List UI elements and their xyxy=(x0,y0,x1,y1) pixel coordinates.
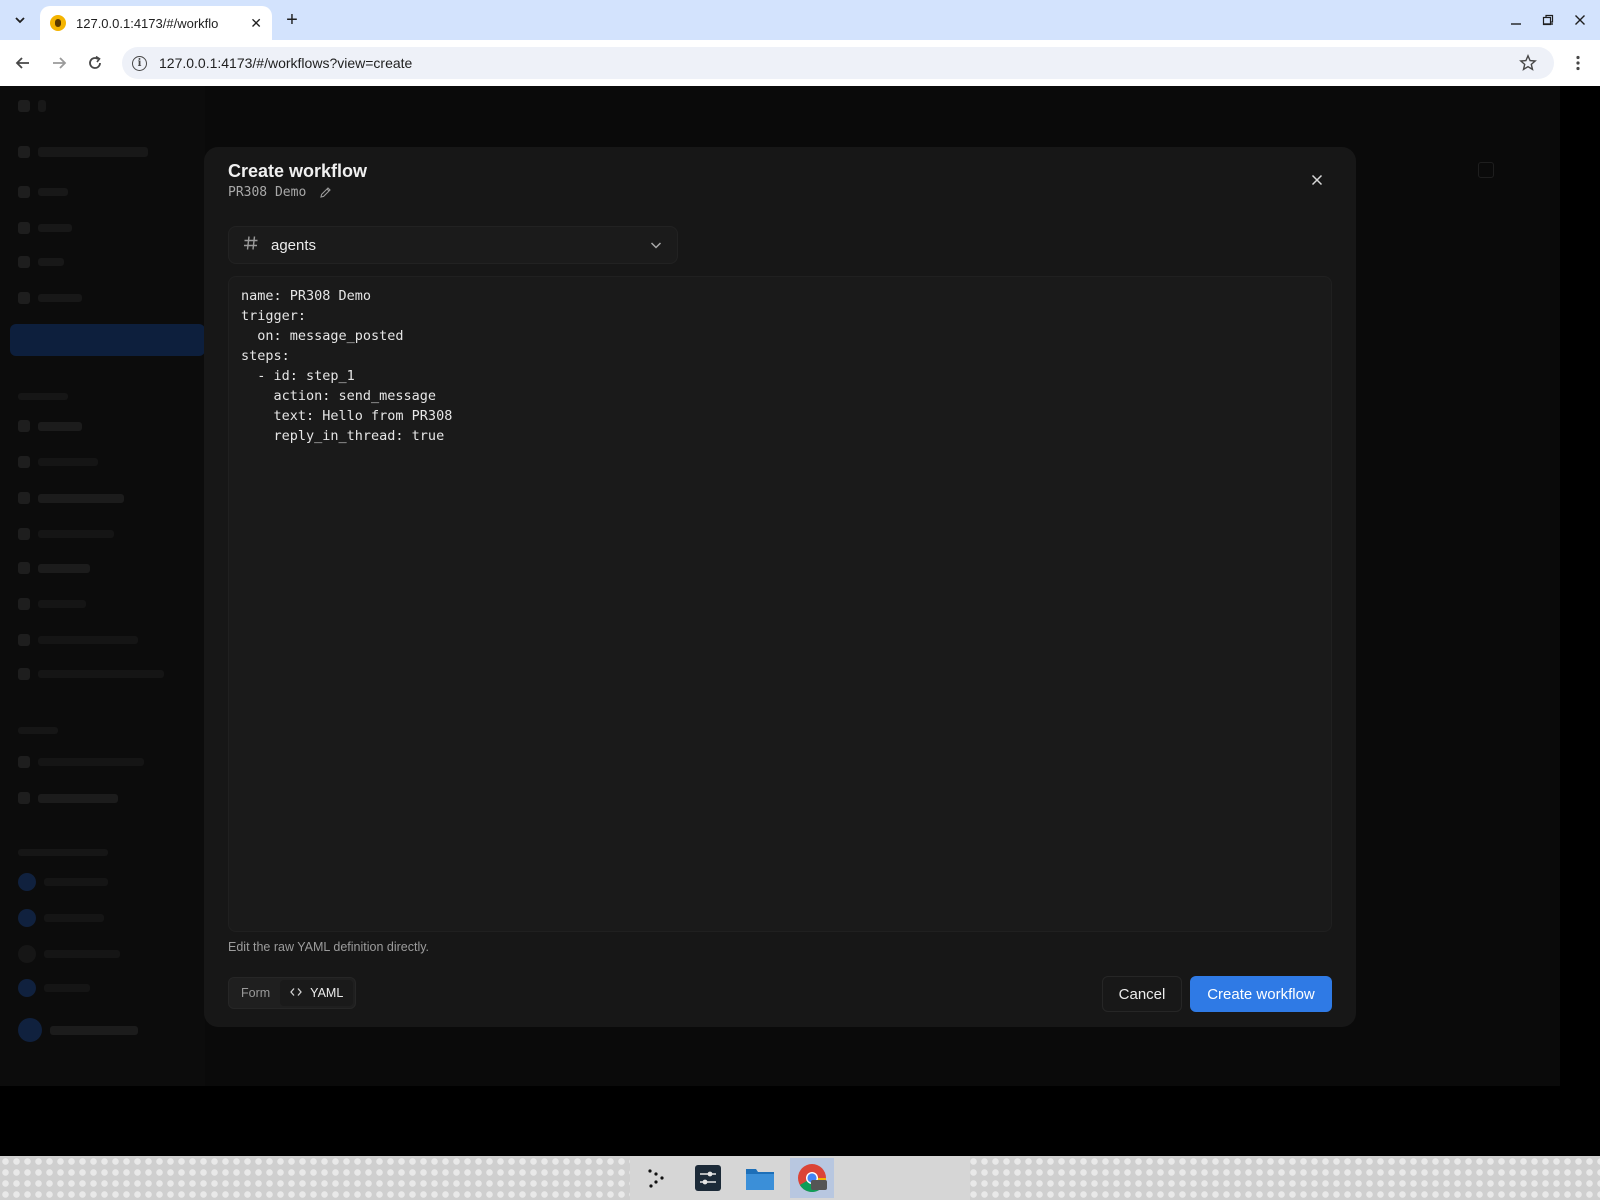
back-arrow-icon[interactable] xyxy=(11,51,35,75)
sidebar-channel-8 xyxy=(18,664,164,684)
settings-app-icon[interactable] xyxy=(686,1158,730,1198)
restore-window-icon[interactable] xyxy=(1536,8,1560,32)
form-mode-button[interactable]: Form xyxy=(231,980,280,1006)
sidebar-section-head-3 xyxy=(18,842,108,862)
workflow-name[interactable]: PR308 Demo xyxy=(228,185,306,200)
chevron-down-icon xyxy=(649,238,663,252)
yaml-mode-button[interactable]: YAML xyxy=(280,980,354,1006)
sidebar-channel-6 xyxy=(18,594,86,614)
site-info-icon[interactable]: i xyxy=(132,55,147,71)
code-icon xyxy=(290,986,303,1000)
sidebar-dm-3 xyxy=(18,944,120,964)
files-app-icon[interactable] xyxy=(738,1158,782,1198)
sidebar-dm-4 xyxy=(18,978,90,998)
sidebar-search xyxy=(18,142,148,162)
sidebar-dm-2 xyxy=(18,908,104,928)
desktop-bottom xyxy=(0,1086,1600,1156)
chrome-app-icon[interactable] xyxy=(790,1158,834,1198)
sidebar-channel-3 xyxy=(18,488,124,508)
browser-menu-icon[interactable] xyxy=(1566,51,1590,75)
forward-arrow-icon[interactable] xyxy=(47,51,71,75)
sidebar-user xyxy=(18,1018,138,1042)
sidebar-channel-2 xyxy=(18,452,98,472)
sidebar-nav-1 xyxy=(18,182,68,202)
modal-title: Create workflow xyxy=(228,161,368,181)
browser-tab[interactable]: 127.0.0.1:4173/#/workflo ✕ xyxy=(40,6,272,40)
sidebar-channel-7 xyxy=(18,630,138,650)
background-compose-icon xyxy=(1478,162,1494,178)
tab-title: 127.0.0.1:4173/#/workflo xyxy=(76,15,219,31)
sidebar-section-head-2 xyxy=(18,720,58,740)
new-tab-icon[interactable]: + xyxy=(280,8,304,32)
taskbar-apps xyxy=(630,1156,970,1200)
close-window-icon[interactable] xyxy=(1568,8,1592,32)
cancel-button[interactable]: Cancel xyxy=(1102,976,1182,1012)
url-text: 127.0.0.1:4173/#/workflows?view=create xyxy=(159,55,413,71)
sidebar-active-item xyxy=(10,324,205,356)
sidebar xyxy=(0,86,205,1086)
scroll-gutter xyxy=(1560,86,1600,1086)
sidebar-private-2 xyxy=(18,788,118,808)
tab-search-chevron-icon[interactable] xyxy=(8,8,32,32)
reload-icon[interactable] xyxy=(83,51,107,75)
sidebar-nav-3 xyxy=(18,252,64,272)
yaml-mode-label: YAML xyxy=(310,986,344,1000)
sidebar-channel-4 xyxy=(18,524,114,544)
help-text: Edit the raw YAML definition directly. xyxy=(228,940,430,954)
sidebar-private-1 xyxy=(18,752,144,772)
workflow-name-row[interactable]: PR308 Demo xyxy=(228,185,332,200)
bookmark-star-icon[interactable] xyxy=(1516,51,1540,75)
minimize-window-icon[interactable] xyxy=(1504,8,1528,32)
sidebar-channel-1 xyxy=(18,416,82,436)
address-bar[interactable]: i 127.0.0.1:4173/#/workflows?view=create xyxy=(122,47,1554,79)
hash-icon xyxy=(243,235,261,256)
sidebar-channel-5 xyxy=(18,558,90,578)
os-taskbar xyxy=(0,1156,1600,1200)
yaml-editor[interactable]: name: PR308 Demo trigger: on: message_po… xyxy=(228,276,1332,932)
browser-toolbar: i 127.0.0.1:4173/#/workflows?view=create xyxy=(0,40,1600,86)
close-icon[interactable] xyxy=(1306,169,1328,191)
form-mode-label: Form xyxy=(241,986,271,1000)
tab-close-icon[interactable]: ✕ xyxy=(250,15,262,32)
create-workflow-modal: Create workflow PR308 Demo agents name: … xyxy=(204,147,1356,1027)
channel-select[interactable]: agents xyxy=(228,226,678,264)
channel-value: agents xyxy=(271,236,317,254)
sidebar-nav-4 xyxy=(18,288,82,308)
sidebar-workspace xyxy=(18,96,46,116)
sidebar-dm-1 xyxy=(18,872,108,892)
mode-toggle: Form YAML xyxy=(228,977,357,1009)
launcher-icon[interactable] xyxy=(634,1158,678,1198)
sidebar-nav-2 xyxy=(18,218,72,238)
sidebar-section-head xyxy=(18,386,68,406)
pencil-icon[interactable] xyxy=(318,186,332,200)
create-workflow-button[interactable]: Create workflow xyxy=(1190,976,1332,1012)
browser-tabstrip: 127.0.0.1:4173/#/workflo ✕ + xyxy=(0,0,1600,40)
favicon-icon xyxy=(50,15,66,31)
yaml-content[interactable]: name: PR308 Demo trigger: on: message_po… xyxy=(241,286,1319,446)
